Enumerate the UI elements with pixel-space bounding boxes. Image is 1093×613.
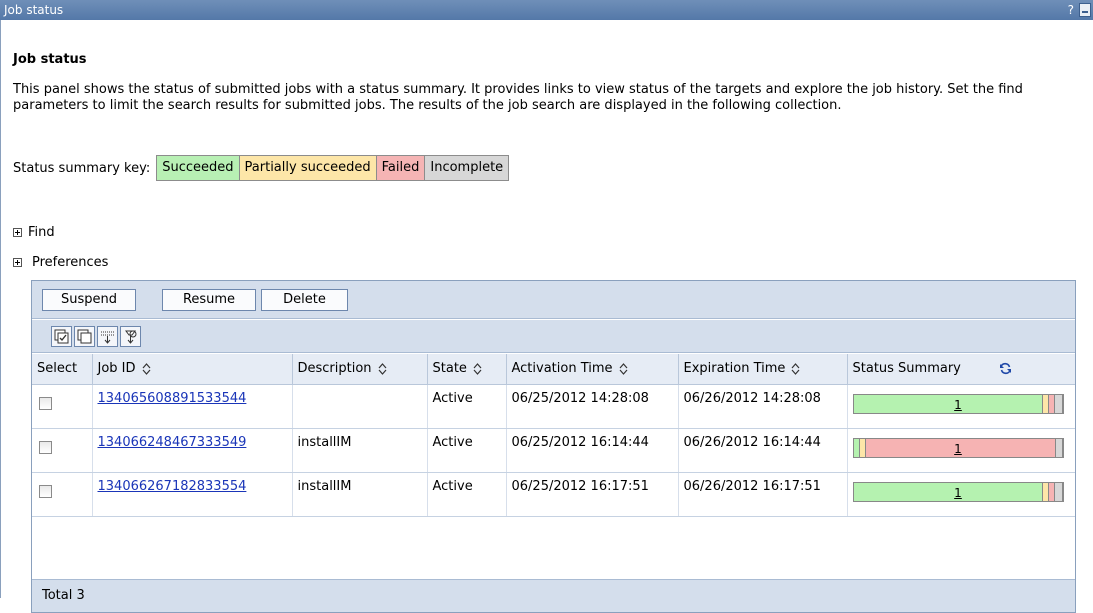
key-succeeded: Succeeded <box>157 156 240 180</box>
suspend-button[interactable]: Suspend <box>42 289 136 311</box>
column-job-id[interactable]: Job ID <box>92 354 293 385</box>
sort-icon[interactable] <box>473 362 482 375</box>
panel-border <box>0 20 1 598</box>
help-icon[interactable]: ? <box>1065 0 1077 20</box>
row-checkbox[interactable] <box>39 440 52 454</box>
status-summary-bar[interactable]: 1 <box>852 437 1064 458</box>
job-id-link[interactable]: 134066248467333549 <box>98 435 247 450</box>
resume-button[interactable]: Resume <box>162 289 256 311</box>
expand-all-icon[interactable] <box>97 326 118 347</box>
status-summary-count[interactable]: 1 <box>854 485 1063 501</box>
column-expiration-label[interactable]: Expiration Time <box>684 361 786 376</box>
panel-description: This panel shows the status of submitted… <box>13 82 1023 113</box>
expiration-time-cell: 06/26/2012 16:17:51 <box>678 472 848 517</box>
window-title-bar: Job status ? <box>0 0 1093 20</box>
column-description-label[interactable]: Description <box>298 361 372 376</box>
row-select-cell <box>32 472 93 517</box>
column-description[interactable]: Description <box>292 354 428 385</box>
table-row: 134066248467333549 installIM Active 06/2… <box>32 428 1075 473</box>
status-summary-key: Status summary key: Succeeded Partially … <box>13 155 510 181</box>
icon-toolbar <box>32 320 1075 353</box>
description-cell: installIM <box>292 428 428 473</box>
table-row: 134065608891533544 Active 06/25/2012 14:… <box>32 384 1075 429</box>
sort-icon[interactable] <box>791 362 800 375</box>
window-title: Job status <box>4 3 64 17</box>
table-row: 134066267182833554 installIM Active 06/2… <box>32 472 1075 517</box>
status-summary-bar[interactable]: 1 <box>852 393 1064 414</box>
expand-plus-icon[interactable] <box>13 257 22 267</box>
total-count: Total 3 <box>42 588 85 603</box>
filter-icon[interactable] <box>120 326 141 347</box>
delete-button[interactable]: Delete <box>261 289 348 311</box>
job-collection: Suspend Resume Delete Select Job ID Desc… <box>31 280 1076 613</box>
row-checkbox[interactable] <box>39 484 52 498</box>
column-activation-time[interactable]: Activation Time <box>506 354 679 385</box>
find-expander[interactable]: Find <box>13 224 55 240</box>
column-expiration-time[interactable]: Expiration Time <box>678 354 848 385</box>
activation-time-cell: 06/25/2012 14:28:08 <box>506 384 679 429</box>
status-summary-count[interactable]: 1 <box>854 397 1063 413</box>
job-id-link[interactable]: 134065608891533544 <box>98 391 247 406</box>
job-id-cell: 134066248467333549 <box>92 428 293 473</box>
sort-icon[interactable] <box>142 362 151 375</box>
job-id-cell: 134066267182833554 <box>92 472 293 517</box>
table-footer: Total 3 <box>32 579 1075 612</box>
key-failed: Failed <box>376 156 426 180</box>
expiration-time-cell: 06/26/2012 14:28:08 <box>678 384 848 429</box>
state-cell: Active <box>427 472 507 517</box>
key-partially-succeeded: Partially succeeded <box>239 156 377 180</box>
column-activation-label[interactable]: Activation Time <box>512 361 613 376</box>
deselect-all-icon[interactable] <box>74 326 95 347</box>
key-incomplete: Incomplete <box>425 156 509 180</box>
status-summary-cell: 1 <box>847 428 1075 473</box>
state-cell: Active <box>427 384 507 429</box>
description-cell: installIM <box>292 472 428 517</box>
column-state[interactable]: State <box>427 354 507 385</box>
activation-time-cell: 06/25/2012 16:17:51 <box>506 472 679 517</box>
status-summary-cell: 1 <box>847 384 1075 429</box>
sort-icon[interactable] <box>378 362 387 375</box>
sort-icon[interactable] <box>619 362 628 375</box>
select-all-icon[interactable] <box>51 326 72 347</box>
column-select: Select <box>32 354 93 385</box>
column-status-summary-label: Status Summary <box>852 361 961 377</box>
status-summary-count[interactable]: 1 <box>854 441 1063 457</box>
column-job-id-label[interactable]: Job ID <box>98 361 136 376</box>
status-key-label: Status summary key: <box>13 160 151 176</box>
window-controls: ? <box>1065 0 1091 20</box>
jobs-table: Select Job ID Description State Activati… <box>32 354 1075 517</box>
job-id-link[interactable]: 134066267182833554 <box>98 479 247 494</box>
description-cell <box>292 384 428 429</box>
row-select-cell <box>32 428 93 473</box>
table-header-row: Select Job ID Description State Activati… <box>32 354 1075 385</box>
expiration-time-cell: 06/26/2012 16:14:44 <box>678 428 848 473</box>
refresh-icon[interactable] <box>999 362 1012 375</box>
row-checkbox[interactable] <box>39 396 52 410</box>
row-select-cell <box>32 384 93 429</box>
find-label[interactable]: Find <box>28 225 55 240</box>
status-key-legend: Succeeded Partially succeeded Failed Inc… <box>156 155 510 181</box>
minimize-icon[interactable] <box>1079 3 1091 17</box>
action-button-bar: Suspend Resume Delete <box>32 281 1075 319</box>
activation-time-cell: 06/25/2012 16:14:44 <box>506 428 679 473</box>
preferences-expander[interactable]: Preferences <box>13 254 108 270</box>
column-state-label[interactable]: State <box>433 361 467 376</box>
job-id-cell: 134065608891533544 <box>92 384 293 429</box>
column-status-summary: Status Summary <box>847 354 1075 385</box>
status-summary-bar[interactable]: 1 <box>852 481 1064 502</box>
status-summary-cell: 1 <box>847 472 1075 517</box>
page-title: Job status <box>13 52 87 67</box>
state-cell: Active <box>427 428 507 473</box>
preferences-label[interactable]: Preferences <box>32 255 108 270</box>
expand-plus-icon[interactable] <box>13 227 22 237</box>
